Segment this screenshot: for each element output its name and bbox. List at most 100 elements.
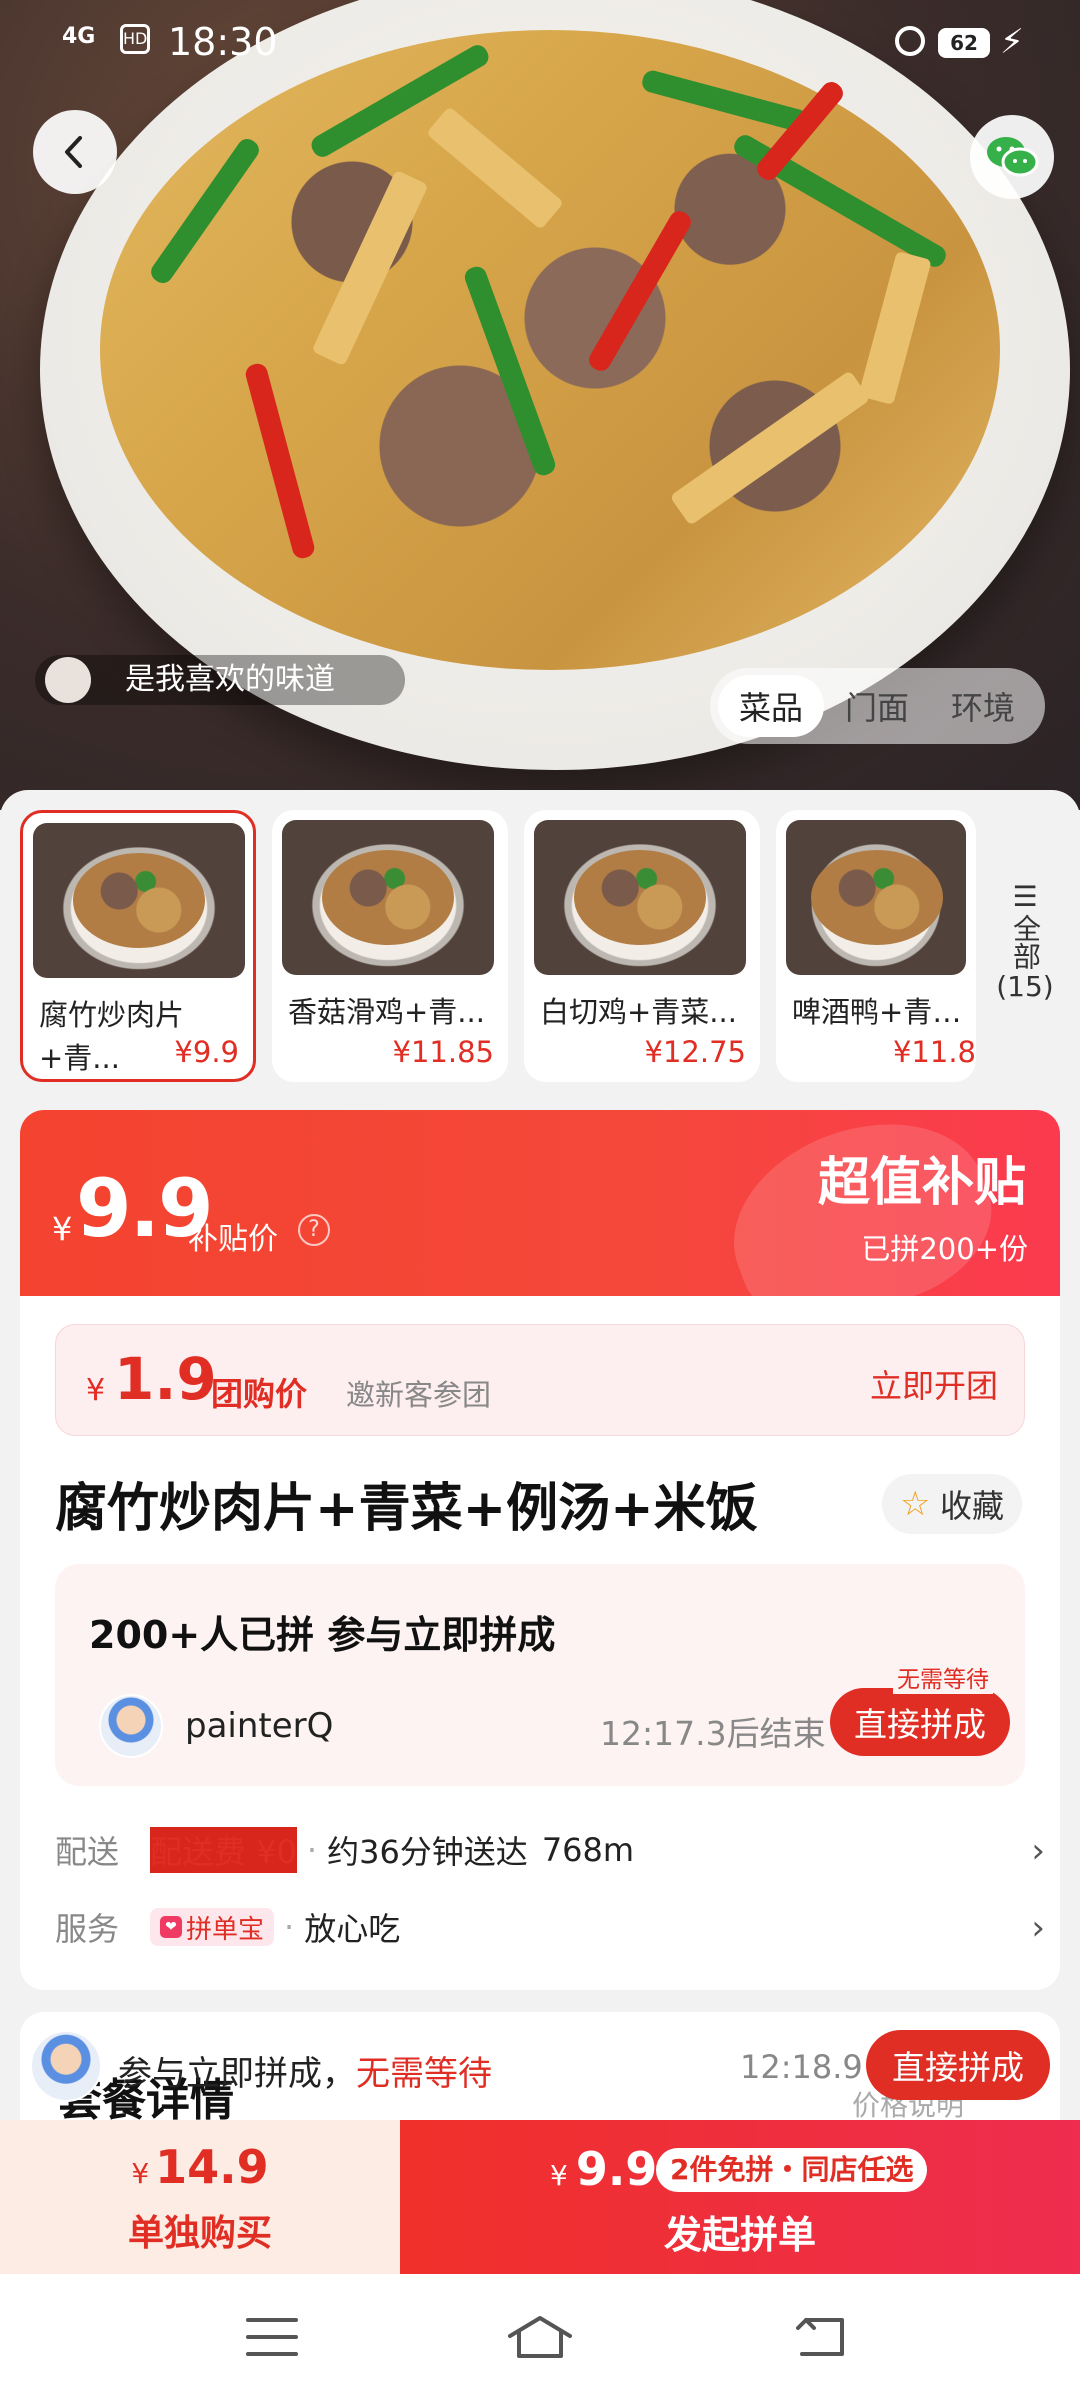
dish-price: ¥11.8 [892, 1035, 976, 1069]
currency-symbol: ¥ [86, 1373, 106, 1408]
dish-thumbnail-strip: 腐竹炒肉片 +青... ¥9.9 香菇滑鸡+青... ¥11.85 白切鸡+青菜… [20, 810, 1080, 1090]
clock: 18:30 [168, 20, 278, 64]
group-promo-tag: 2件免拼・同店任选 [656, 2148, 928, 2192]
ticker-message: 参与立即拼成， [118, 2054, 356, 2094]
dish-name: 香菇滑鸡+青... [288, 995, 485, 1029]
dish-price: ¥12.75 [644, 1035, 746, 1069]
pindanbao-badge: ❤ 拼单宝 [150, 1908, 275, 1946]
delivery-label: 配送 [55, 1833, 120, 1871]
caption-text: 是我喜欢的味道 [125, 662, 335, 697]
join-group-panel: 200+人已拼 参与立即拼成 painterQ 12:17.3后结束 直接拼成 … [55, 1564, 1025, 1786]
wechat-share-button[interactable] [970, 115, 1054, 199]
service-label: 服务 [55, 1910, 120, 1948]
back-arrow-icon [65, 136, 82, 168]
alarm-icon [895, 26, 925, 56]
separator: · [306, 1831, 318, 1869]
avatar [99, 1694, 163, 1758]
back-icon[interactable] [790, 2312, 850, 2362]
dish-name-cont: +青... [39, 1041, 120, 1075]
favorite-button[interactable]: ☆ 收藏 [882, 1474, 1022, 1534]
menu-icon[interactable] [242, 2312, 302, 2362]
tab-environment[interactable]: 环境 [930, 675, 1036, 737]
ticker-highlight: 无需等待 [356, 2054, 492, 2094]
photo-tabs: 菜品 门面 环境 [710, 668, 1045, 744]
hero-dish-photo[interactable]: 4G HD 18:30 62 ⚡ 是我喜欢的味道 菜品 门面 环境 [0, 0, 1080, 810]
dish-price: ¥9.9 [174, 1035, 239, 1069]
dish-name: 白切鸡+青菜... [540, 995, 737, 1029]
tab-dishes[interactable]: 菜品 [718, 675, 824, 737]
ticker-text: 参与立即拼成，无需等待 [118, 2046, 492, 2095]
all-dishes-button[interactable]: ☰ 全部 (15) [990, 880, 1060, 1004]
dish-thumbnail-image [33, 823, 245, 978]
all-count: (15) [996, 970, 1054, 1003]
dish-image [100, 30, 1000, 670]
ticker-join-button[interactable]: 直接拼成 [866, 2030, 1050, 2100]
no-wait-tag: 无需等待 [893, 1660, 993, 1694]
pindanbao-label: 拼单宝 [186, 1914, 265, 1945]
group-buy-offer[interactable]: ¥ 1.9 团购价 邀新客参团 立即开团 [55, 1324, 1025, 1436]
dish-price: ¥11.85 [392, 1035, 494, 1069]
product-card: ¥ 9.9 补贴价 ? 超值补贴 已拼200+份 ¥ 1.9 团购价 邀新客参团… [20, 1110, 1060, 1990]
separator: · [284, 1908, 295, 1946]
favorite-label: 收藏 [939, 1487, 1004, 1525]
delivery-distance: 768m [541, 1831, 635, 1869]
start-group-button[interactable]: ¥9.9 2件免拼・同店任选 发起拼单 [400, 2120, 1080, 2274]
status-bar: 4G HD 18:30 62 ⚡ [0, 0, 1080, 86]
review-caption: 是我喜欢的味道 [35, 655, 405, 705]
back-button[interactable] [33, 110, 117, 194]
group-buy-note: 邀新客参团 [346, 1378, 492, 1412]
avatar [45, 657, 91, 703]
join-title: 200+人已拼 参与立即拼成 [89, 1613, 556, 1657]
hd-icon: HD [120, 24, 150, 54]
group-buy-price: 1.9 [114, 1345, 217, 1413]
dish-thumbnail[interactable]: 啤酒鸭+青菜... ¥11.8 [776, 810, 976, 1082]
buy-alone-button[interactable]: ¥14.9 单独购买 [0, 2120, 400, 2274]
avatar [30, 2030, 102, 2102]
help-icon[interactable]: ? [298, 1214, 330, 1246]
product-detail-page: 4G HD 18:30 62 ⚡ 是我喜欢的味道 菜品 门面 环境 腐竹炒肉片 … [0, 0, 1080, 2400]
group-countdown: 12:17.3后结束 [600, 1714, 826, 1753]
chevron-right-icon: › [1031, 1908, 1045, 1948]
start-group-link[interactable]: 立即开团 [870, 1361, 998, 1407]
dish-name: 啤酒鸭+青菜... [792, 995, 972, 1029]
currency-symbol: ¥ [52, 1210, 73, 1248]
delivery-row[interactable]: 配送 配送费 ¥0 · 约36分钟送达 768m › [55, 1825, 1045, 1875]
home-icon[interactable] [505, 2312, 575, 2362]
star-icon: ☆ [899, 1484, 931, 1524]
sold-count: 已拼200+份 [861, 1232, 1028, 1266]
dish-name: 腐竹炒肉片 [39, 998, 185, 1032]
group-price: ¥9.9 [550, 2142, 658, 2196]
system-nav-bar [0, 2274, 1080, 2400]
product-title: 腐竹炒肉片+青菜+例汤+米饭 [55, 1479, 758, 1539]
dish-thumbnail[interactable]: 腐竹炒肉片 +青... ¥9.9 [20, 810, 256, 1082]
group-leader-name: painterQ [185, 1706, 334, 1746]
dish-thumbnail-image [282, 820, 494, 975]
all-label: 全部 [1009, 914, 1042, 970]
battery-indicator: 62 [938, 28, 990, 58]
network-indicator: 4G [62, 24, 96, 49]
wechat-icon [987, 137, 1039, 177]
dish-thumbnail-image [534, 820, 746, 975]
group-buy-label: 团购价 [211, 1375, 308, 1413]
charging-icon: ⚡ [1000, 22, 1024, 62]
subsidy-price-label: 补贴价 [188, 1222, 278, 1257]
solo-price: ¥14.9 [131, 2140, 269, 2194]
join-ticker: 参与立即拼成，无需等待 12:18.9 直接拼成 [30, 2030, 1060, 2110]
delivery-eta: 约36分钟送达 [327, 1833, 528, 1871]
join-now-button[interactable]: 直接拼成 [830, 1688, 1010, 1756]
tab-storefront[interactable]: 门面 [824, 675, 930, 737]
purchase-bar: ¥14.9 单独购买 ¥9.9 2件免拼・同店任选 发起拼单 [0, 2120, 1080, 2274]
ticker-countdown: 12:18.9 [740, 2048, 863, 2086]
dish-thumbnail-image [786, 820, 966, 975]
heart-shield-icon: ❤ [160, 1916, 182, 1938]
service-row[interactable]: 服务 ❤ 拼单宝 · 放心吃 › [55, 1902, 1045, 1952]
chevron-right-icon: › [1031, 1831, 1045, 1871]
dish-thumbnail[interactable]: 香菇滑鸡+青... ¥11.85 [272, 810, 508, 1082]
subsidy-title: 超值补贴 [817, 1153, 1026, 1213]
service-text: 放心吃 [304, 1910, 401, 1948]
list-icon: ☰ [1012, 880, 1038, 913]
subsidy-price-banner: ¥ 9.9 补贴价 ? 超值补贴 已拼200+份 [20, 1110, 1060, 1350]
solo-label: 单独购买 [127, 2213, 272, 2254]
group-label: 发起拼单 [663, 2213, 816, 2257]
dish-thumbnail[interactable]: 白切鸡+青菜... ¥12.75 [524, 810, 760, 1082]
